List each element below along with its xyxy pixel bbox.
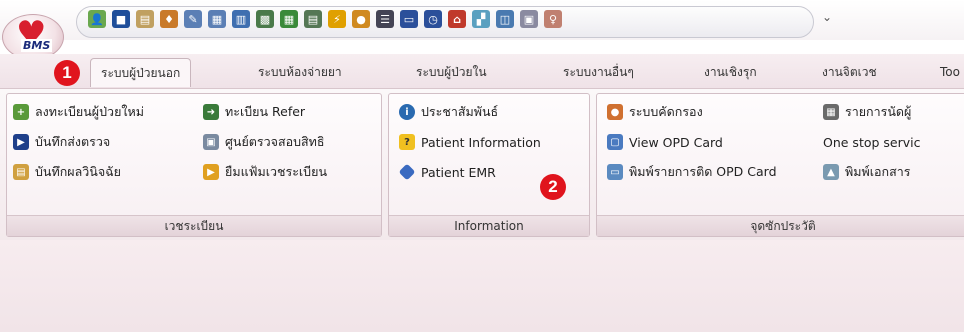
- screening-icon: ●: [607, 104, 623, 120]
- list-icon[interactable]: ☰: [376, 10, 394, 28]
- screening-system-button[interactable]: ● ระบบคัดกรอง: [607, 100, 703, 124]
- rights-check-center-button[interactable]: ▣ ศูนย์ตรวจสอบสิทธิ: [203, 130, 325, 154]
- send-exam-button[interactable]: ▶ บันทึกส่งตรวจ: [13, 130, 110, 154]
- command-label: ยืมแฟ้มเวชระเบียน: [225, 164, 327, 179]
- customize-toolbar-dropdown-icon[interactable]: ⌄: [822, 10, 832, 24]
- print-list-icon: ▭: [607, 164, 623, 180]
- home-icon[interactable]: ⌂: [448, 10, 466, 28]
- group-label-information: Information: [389, 215, 589, 236]
- group-history-taking: ● ระบบคัดกรอง ▦ รายการนัดผู้ ▢ View OPD …: [596, 93, 964, 237]
- command-label: ศูนย์ตรวจสอบสิทธิ: [225, 134, 325, 149]
- doctor-icon[interactable]: ♦: [160, 10, 178, 28]
- table-icon[interactable]: ▤: [304, 10, 322, 28]
- annotation-badge-1: 1: [54, 60, 80, 86]
- ribbon-tabs: ระบบผู้ป่วยนอก ระบบห้องจ่ายยา ระบบผู้ป่ว…: [0, 54, 964, 88]
- person-icon[interactable]: ●: [352, 10, 370, 28]
- borrow-medical-folder-button[interactable]: ▶ ยืมแฟ้มเวชระเบียน: [203, 160, 327, 184]
- tab-tools[interactable]: Too: [940, 62, 960, 82]
- annotation-badge-2: 2: [540, 174, 566, 200]
- refer-registry-button[interactable]: ➜ ทะเบียน Refer: [203, 100, 305, 124]
- chart-icon[interactable]: ▞: [472, 10, 490, 28]
- rights-check-icon: ▣: [203, 134, 219, 150]
- print-doc-icon: ▲: [823, 164, 839, 180]
- diagnosis-record-button[interactable]: ▤ บันทึกผลวินิจฉัย: [13, 160, 121, 184]
- command-label: Patient EMR: [421, 164, 496, 180]
- add-user-icon[interactable]: 👤: [88, 10, 106, 28]
- monitor-icon[interactable]: ▭: [400, 10, 418, 28]
- appointment-list-button[interactable]: ▦ รายการนัดผู้: [823, 100, 911, 124]
- tab-inpatient[interactable]: ระบบผู้ป่วยใน: [416, 62, 487, 82]
- network-icon[interactable]: ◫: [496, 10, 514, 28]
- group-registry: + ลงทะเบียนผู้ป่วยใหม่ ➜ ทะเบียน Refer ▶…: [6, 93, 382, 237]
- print-opd-card-list-button[interactable]: ▭ พิมพ์รายการติด OPD Card: [607, 160, 777, 184]
- appointment-icon: ▦: [823, 104, 839, 120]
- command-label: View OPD Card: [629, 134, 723, 150]
- group-label-history: จุดซักประวัติ: [597, 215, 964, 236]
- public-relations-button[interactable]: i ประชาสัมพันธ์: [399, 100, 498, 124]
- tab-proactive[interactable]: งานเชิงรุก: [704, 62, 757, 82]
- borrow-folder-icon: ▶: [203, 164, 219, 180]
- clock-icon[interactable]: ◷: [424, 10, 442, 28]
- one-stop-service-button[interactable]: One stop servic: [823, 130, 920, 154]
- diagnosis-icon: ▤: [13, 164, 29, 180]
- command-label: ลงทะเบียนผู้ป่วยใหม่: [35, 104, 144, 119]
- quick-access-icons: 👤 ■ ▤ ♦ ✎ ▦ ▥ ▩ ▦ ▤ ⚡ ● ☰ ▭ ◷ ⌂ ▞ ◫ ▣ ♀: [88, 10, 562, 28]
- add-patient-icon: +: [13, 104, 29, 120]
- tab-other[interactable]: ระบบงานอื่นๆ: [563, 62, 634, 82]
- patient-information-button[interactable]: ? Patient Information: [399, 130, 541, 154]
- view-opd-card-button[interactable]: ▢ View OPD Card: [607, 130, 723, 154]
- question-icon: ?: [399, 134, 415, 150]
- group-label-registry: เวชระเบียน: [7, 215, 381, 236]
- lightning-icon[interactable]: ⚡: [328, 10, 346, 28]
- tab-psychiatry[interactable]: งานจิตเวช: [822, 62, 877, 82]
- tab-pharmacy[interactable]: ระบบห้องจ่ายยา: [258, 62, 342, 82]
- command-label: พิมพ์เอกสาร: [845, 164, 911, 179]
- app-logo-text: BMS: [21, 39, 53, 52]
- emr-diamond-icon: [398, 163, 416, 181]
- clipboard-icon[interactable]: ▤: [136, 10, 154, 28]
- calculator-icon[interactable]: ▩: [256, 10, 274, 28]
- spreadsheet-icon[interactable]: ▦: [280, 10, 298, 28]
- command-label: บันทึกผลวินิจฉัย: [35, 164, 121, 179]
- info-icon: i: [399, 104, 415, 120]
- command-label: Patient Information: [421, 134, 541, 150]
- patient-emr-button[interactable]: Patient EMR: [398, 160, 496, 184]
- content-area: [0, 240, 964, 332]
- nurse-icon[interactable]: ♀: [544, 10, 562, 28]
- command-label: One stop servic: [823, 134, 921, 150]
- ribbon-panel: + ลงทะเบียนผู้ป่วยใหม่ ➜ ทะเบียน Refer ▶…: [0, 88, 964, 241]
- edit-pen-icon[interactable]: ✎: [184, 10, 202, 28]
- form-icon[interactable]: ▦: [208, 10, 226, 28]
- command-label: รายการนัดผู้: [845, 104, 912, 119]
- card-icon[interactable]: ▣: [520, 10, 538, 28]
- command-label: บันทึกส่งตรวจ: [35, 134, 111, 149]
- view-card-icon: ▢: [607, 134, 623, 150]
- command-label: ทะเบียน Refer: [225, 104, 306, 119]
- refer-arrow-icon: ➜: [203, 104, 219, 120]
- document-icon[interactable]: ▥: [232, 10, 250, 28]
- register-new-patient-button[interactable]: + ลงทะเบียนผู้ป่วยใหม่: [13, 100, 144, 124]
- command-label: ระบบคัดกรอง: [629, 104, 703, 119]
- quick-access-toolbar: 👤 ■ ▤ ♦ ✎ ▦ ▥ ▩ ▦ ▤ ⚡ ● ☰ ▭ ◷ ⌂ ▞ ◫ ▣ ♀ ⌄: [0, 0, 964, 40]
- group-information: i ประชาสัมพันธ์ ? Patient Information Pa…: [388, 93, 590, 237]
- send-exam-icon: ▶: [13, 134, 29, 150]
- command-label: พิมพ์รายการติด OPD Card: [629, 164, 777, 179]
- print-document-button[interactable]: ▲ พิมพ์เอกสาร: [823, 160, 910, 184]
- tab-outpatient[interactable]: ระบบผู้ป่วยนอก: [90, 58, 192, 87]
- stop-icon[interactable]: ■: [112, 10, 130, 28]
- command-label: ประชาสัมพันธ์: [421, 104, 499, 119]
